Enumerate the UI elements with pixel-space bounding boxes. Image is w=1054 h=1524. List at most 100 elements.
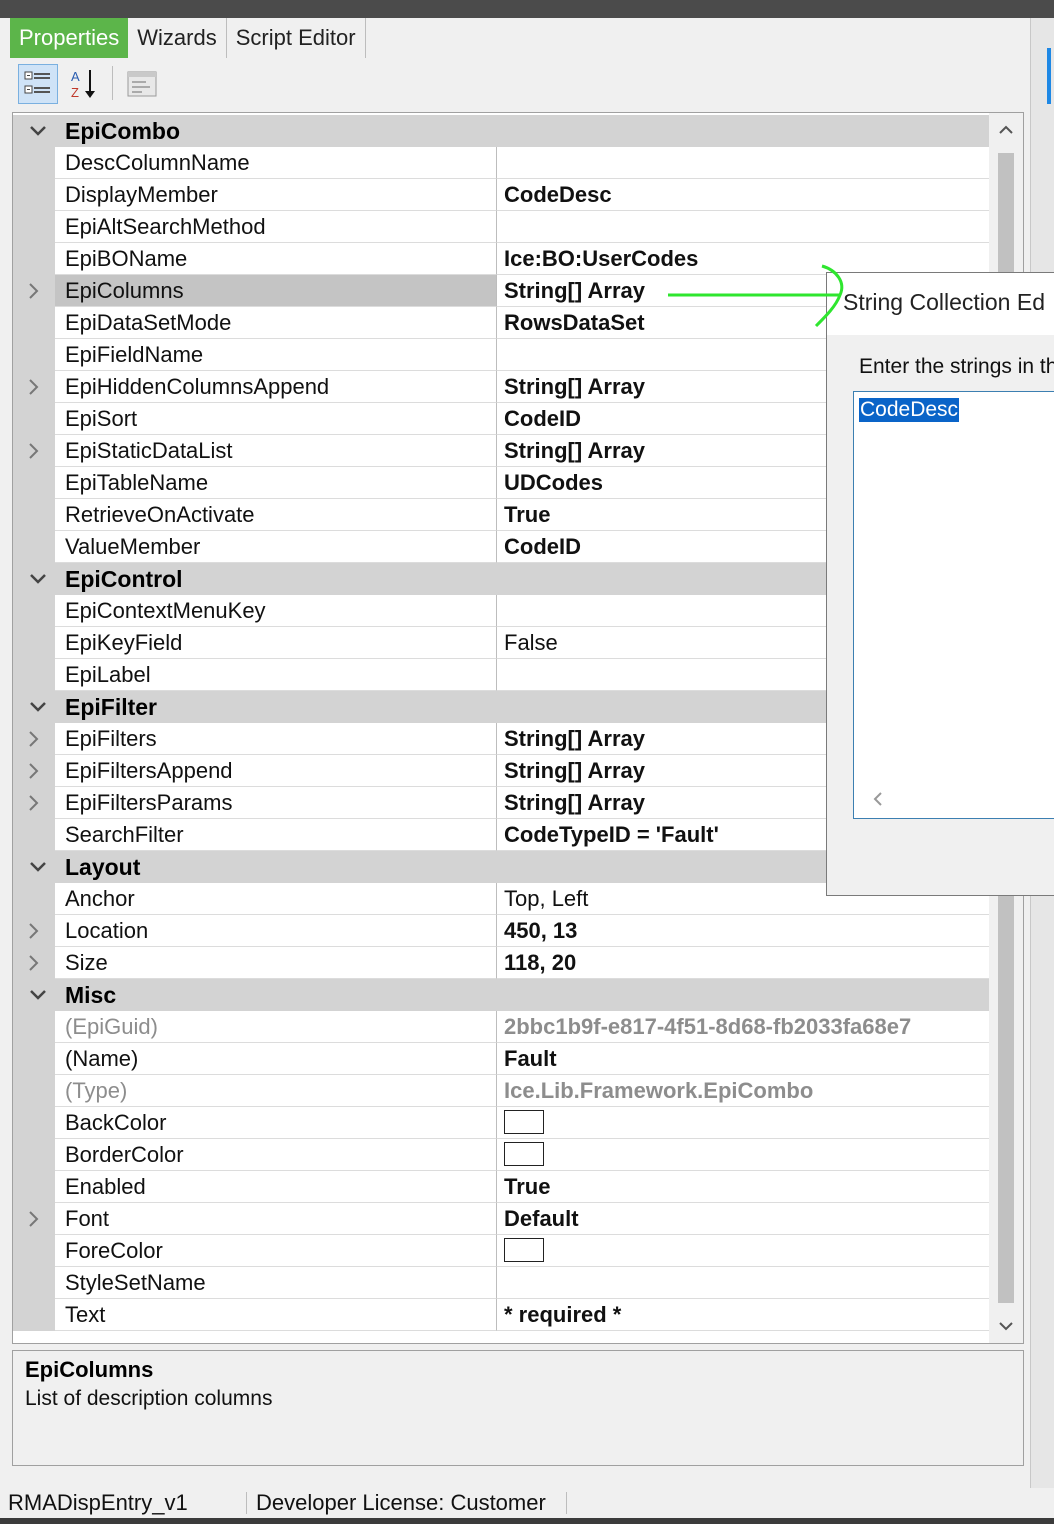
scroll-up-button[interactable] — [989, 113, 1023, 147]
property-name[interactable]: DisplayMember — [55, 179, 497, 211]
tab-wizards[interactable]: Wizards — [128, 18, 227, 58]
category-collapse-toggle[interactable] — [21, 115, 55, 147]
property-expander — [13, 499, 55, 531]
property-expander[interactable] — [13, 723, 55, 755]
property-expander[interactable] — [13, 755, 55, 787]
property-value[interactable] — [497, 1107, 989, 1139]
property-name[interactable]: EpiFieldName — [55, 339, 497, 371]
property-expander — [13, 147, 55, 179]
property-name[interactable]: EpiDataSetMode — [55, 307, 497, 339]
property-row[interactable]: Size 118, 20 — [13, 947, 989, 979]
property-name[interactable]: Anchor — [55, 883, 497, 915]
property-expander[interactable] — [13, 435, 55, 467]
category-collapse-toggle[interactable] — [21, 691, 55, 723]
property-name[interactable]: (Name) — [55, 1043, 497, 1075]
property-row[interactable]: DisplayMember CodeDesc — [13, 179, 989, 211]
property-name[interactable]: EpiSort — [55, 403, 497, 435]
property-value[interactable]: 118, 20 — [497, 947, 989, 979]
property-pages-button[interactable] — [122, 64, 162, 104]
string-entry[interactable]: CodeDesc — [859, 398, 960, 422]
tab-properties[interactable]: Properties — [10, 18, 129, 58]
category-row[interactable]: EpiCombo — [13, 115, 989, 147]
property-name[interactable]: EpiKeyField — [55, 627, 497, 659]
property-value[interactable]: CodeDesc — [497, 179, 989, 211]
property-expander[interactable] — [13, 371, 55, 403]
property-row[interactable]: (Name) Fault — [13, 1043, 989, 1075]
property-name[interactable]: EpiLabel — [55, 659, 497, 691]
property-expander — [13, 1139, 55, 1171]
alphabetical-sort-button[interactable]: A Z — [64, 64, 104, 104]
property-name[interactable]: EpiColumns — [55, 275, 497, 307]
tab-script-editor[interactable]: Script Editor — [227, 18, 366, 58]
property-value[interactable]: 2bbc1b9f-e817-4f51-8d68-fb2033fa68e7 — [497, 1011, 989, 1043]
property-name[interactable]: Size — [55, 947, 497, 979]
property-name[interactable]: Font — [55, 1203, 497, 1235]
property-value[interactable] — [497, 1267, 989, 1299]
property-row[interactable]: DescColumnName — [13, 147, 989, 179]
property-row[interactable]: ForeColor — [13, 1235, 989, 1267]
property-row[interactable]: EpiAltSearchMethod — [13, 211, 989, 243]
property-value[interactable]: Ice.Lib.Framework.EpiCombo — [497, 1075, 989, 1107]
property-row[interactable]: Text * required * — [13, 1299, 989, 1331]
property-name[interactable]: (Type) — [55, 1075, 497, 1107]
category-collapse-toggle[interactable] — [21, 563, 55, 595]
property-name[interactable]: BorderColor — [55, 1139, 497, 1171]
property-value[interactable]: Ice:BO:UserCodes — [497, 243, 989, 275]
property-value[interactable]: Fault — [497, 1043, 989, 1075]
property-row[interactable]: BorderColor — [13, 1139, 989, 1171]
property-value[interactable]: True — [497, 1171, 989, 1203]
property-name[interactable]: ValueMember — [55, 531, 497, 563]
horizontal-scroll-left[interactable] — [868, 790, 888, 808]
property-name[interactable]: EpiFilters — [55, 723, 497, 755]
property-row[interactable]: EpiBOName Ice:BO:UserCodes — [13, 243, 989, 275]
property-value[interactable] — [497, 147, 989, 179]
property-value[interactable] — [497, 1139, 989, 1171]
property-name[interactable]: ForeColor — [55, 1235, 497, 1267]
toolbar-separator — [112, 66, 113, 100]
property-name[interactable]: BackColor — [55, 1107, 497, 1139]
property-row[interactable]: BackColor — [13, 1107, 989, 1139]
property-value[interactable] — [497, 1235, 989, 1267]
category-collapse-toggle[interactable] — [21, 979, 55, 1011]
property-pages-icon — [127, 71, 157, 97]
category-row[interactable]: Misc — [13, 979, 989, 1011]
property-name[interactable]: Enabled — [55, 1171, 497, 1203]
property-row[interactable]: Font Default — [13, 1203, 989, 1235]
category-name: Misc — [65, 982, 117, 1008]
property-name[interactable]: EpiContextMenuKey — [55, 595, 497, 627]
property-name[interactable]: EpiBOName — [55, 243, 497, 275]
strings-textbox[interactable]: CodeDesc — [853, 391, 1054, 819]
property-name[interactable]: Location — [55, 915, 497, 947]
property-name[interactable]: Text — [55, 1299, 497, 1331]
property-row[interactable]: (EpiGuid) 2bbc1b9f-e817-4f51-8d68-fb2033f… — [13, 1011, 989, 1043]
property-name[interactable]: StyleSetName — [55, 1267, 497, 1299]
property-value[interactable]: * required * — [497, 1299, 989, 1331]
property-name[interactable]: SearchFilter — [55, 819, 497, 851]
property-value[interactable]: 450, 13 — [497, 915, 989, 947]
property-expander[interactable] — [13, 1203, 55, 1235]
property-name[interactable]: EpiHiddenColumnsAppend — [55, 371, 497, 403]
property-expander[interactable] — [13, 275, 55, 307]
property-expander[interactable] — [13, 947, 55, 979]
property-expander[interactable] — [13, 787, 55, 819]
category-collapse-toggle[interactable] — [21, 851, 55, 883]
property-row[interactable]: (Type) Ice.Lib.Framework.EpiCombo — [13, 1075, 989, 1107]
property-row[interactable]: Location 450, 13 — [13, 915, 989, 947]
property-name[interactable]: EpiStaticDataList — [55, 435, 497, 467]
property-name[interactable]: EpiFiltersParams — [55, 787, 497, 819]
property-value[interactable]: Default — [497, 1203, 989, 1235]
property-expander[interactable] — [13, 915, 55, 947]
dialog-title-bar[interactable]: String Collection Ed — [827, 273, 1054, 335]
property-expander — [13, 1107, 55, 1139]
property-name[interactable]: (EpiGuid) — [55, 1011, 497, 1043]
property-row[interactable]: StyleSetName — [13, 1267, 989, 1299]
property-name[interactable]: EpiAltSearchMethod — [55, 211, 497, 243]
property-name[interactable]: RetrieveOnActivate — [55, 499, 497, 531]
property-name[interactable]: EpiFiltersAppend — [55, 755, 497, 787]
property-row[interactable]: Enabled True — [13, 1171, 989, 1203]
scroll-down-button[interactable] — [989, 1309, 1023, 1343]
property-name[interactable]: DescColumnName — [55, 147, 497, 179]
categorized-view-button[interactable] — [18, 64, 58, 104]
property-value[interactable] — [497, 211, 989, 243]
property-name[interactable]: EpiTableName — [55, 467, 497, 499]
